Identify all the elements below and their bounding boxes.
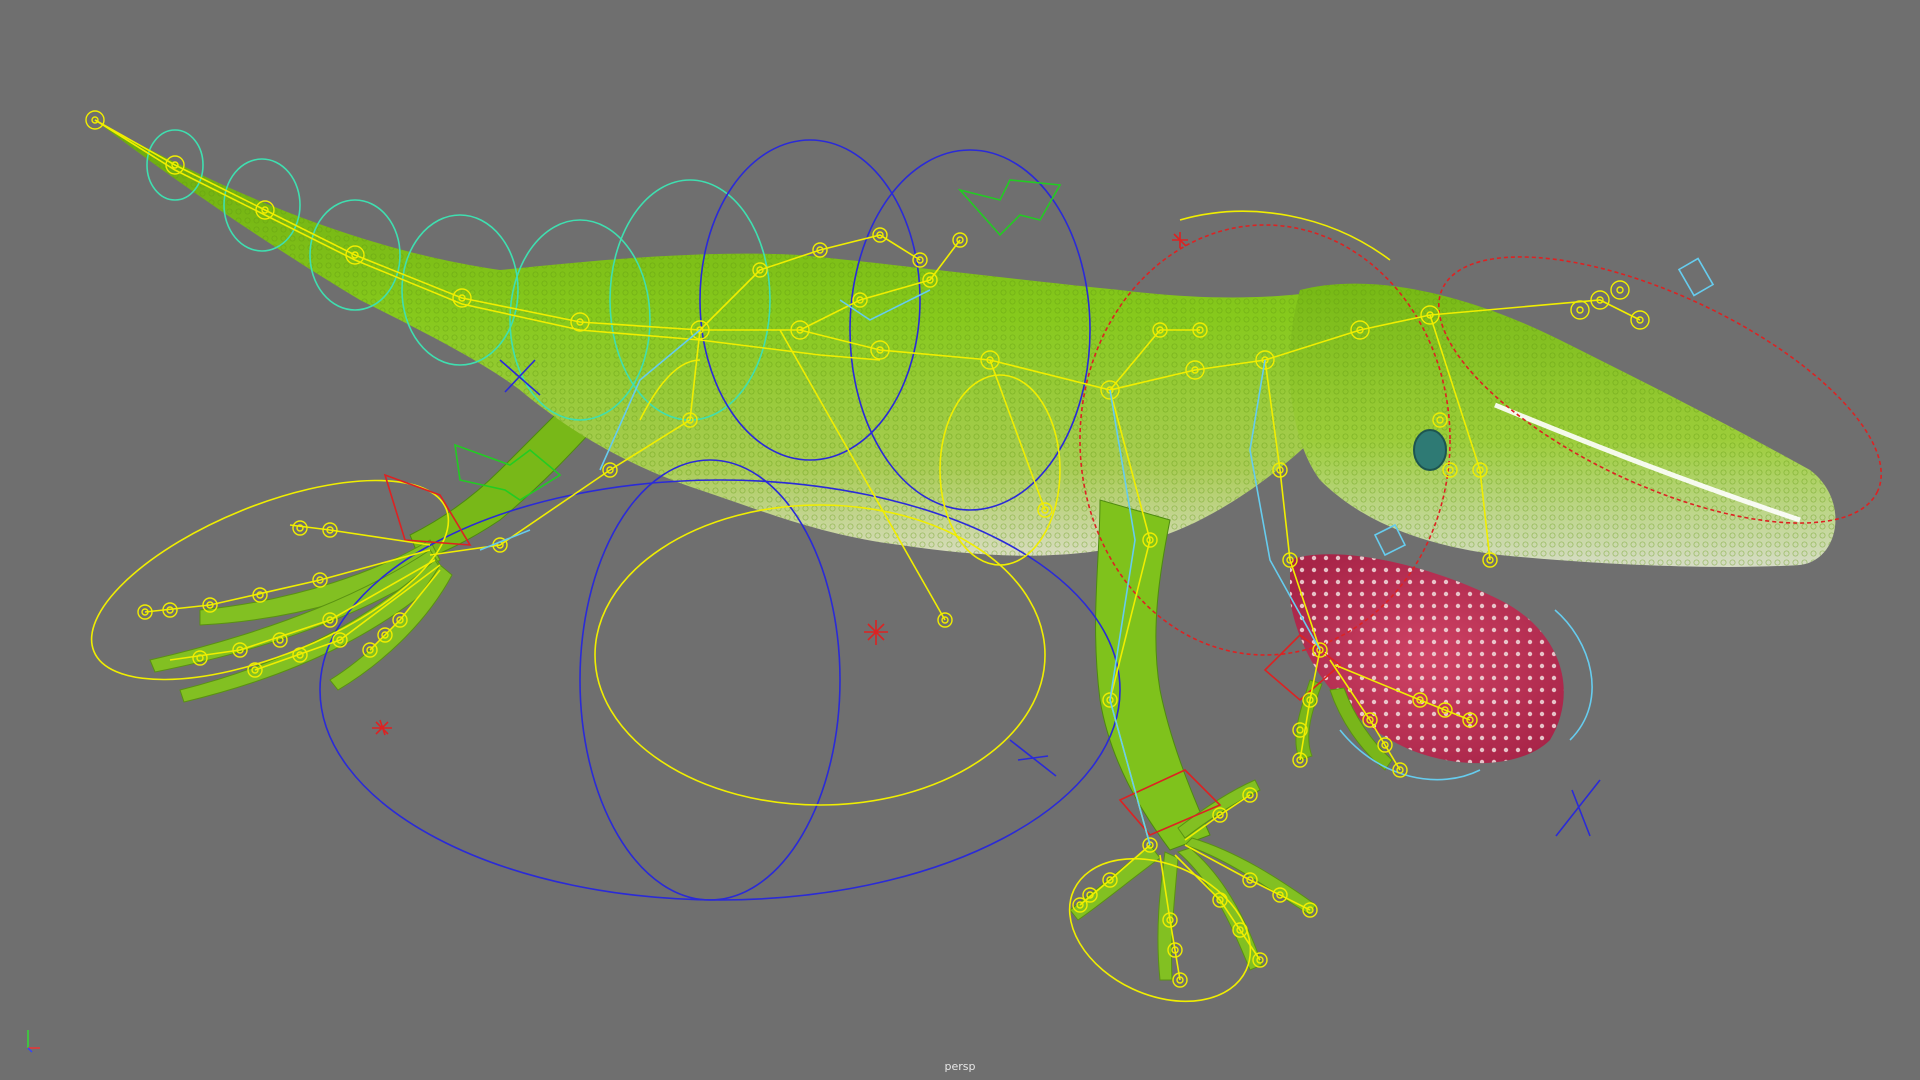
neck-pv-locator[interactable]	[1172, 232, 1188, 248]
cog-pv-locator[interactable]	[864, 620, 888, 645]
lizard-mesh[interactable]	[95, 120, 1836, 981]
joint-marker[interactable]	[292, 520, 308, 536]
mesh-head-scales	[1289, 283, 1836, 567]
mesh-eye	[1413, 429, 1447, 471]
back-toe-1[interactable]	[289, 524, 431, 546]
back-foot-ik-ring[interactable]	[66, 439, 475, 720]
joint-marker-inner	[1616, 286, 1624, 294]
back-foot-pv-locator[interactable]	[372, 719, 392, 736]
joint-marker-inner	[1576, 306, 1584, 314]
joint-marker[interactable]	[1610, 280, 1630, 300]
axis-gizmo-icon	[27, 1030, 40, 1053]
scene-canvas[interactable]	[0, 0, 1920, 1080]
ankle-bone[interactable]	[479, 529, 531, 551]
mesh-front-leg-near	[1095, 499, 1211, 851]
joint-marker[interactable]	[1570, 300, 1590, 320]
cog-ring-blue[interactable]	[579, 459, 841, 901]
locator-foot-left[interactable]	[1009, 739, 1057, 777]
head-look-ctrl[interactable]	[1677, 257, 1715, 297]
3d-viewport[interactable]: persp	[0, 0, 1920, 1080]
mesh-body-scales	[95, 120, 1350, 556]
neck-arc[interactable]	[1179, 210, 1391, 261]
locator-foot-right[interactable]	[1555, 779, 1601, 837]
camera-name-label: persp	[944, 1060, 976, 1073]
rig-controls[interactable]	[66, 110, 1918, 1029]
